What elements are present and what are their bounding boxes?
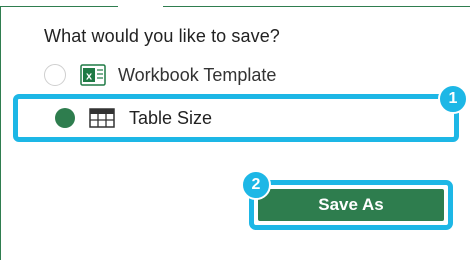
callout-badge-1: 1 (438, 84, 468, 114)
table-size-label: Table Size (129, 107, 213, 128)
callout-badge-2: 2 (241, 170, 271, 200)
dialog-border-left (0, 6, 1, 260)
option-table-size[interactable]: Table Size (13, 94, 459, 142)
dialog-border-top-left (0, 6, 118, 7)
option-workbook-template[interactable]: x Workbook Template (44, 64, 276, 86)
excel-workbook-icon: x (80, 64, 106, 86)
workbook-template-label: Workbook Template (118, 64, 277, 85)
workbook-template-radio[interactable] (44, 64, 66, 86)
svg-text:x: x (86, 71, 93, 83)
save-as-button[interactable]: Save As (258, 189, 444, 221)
table-grid-icon (89, 108, 115, 128)
save-prompt: What would you like to save? (44, 26, 280, 46)
table-size-radio[interactable] (55, 108, 75, 128)
dialog-border-top-right (163, 6, 470, 7)
save-as-highlight: Save As (249, 180, 453, 230)
